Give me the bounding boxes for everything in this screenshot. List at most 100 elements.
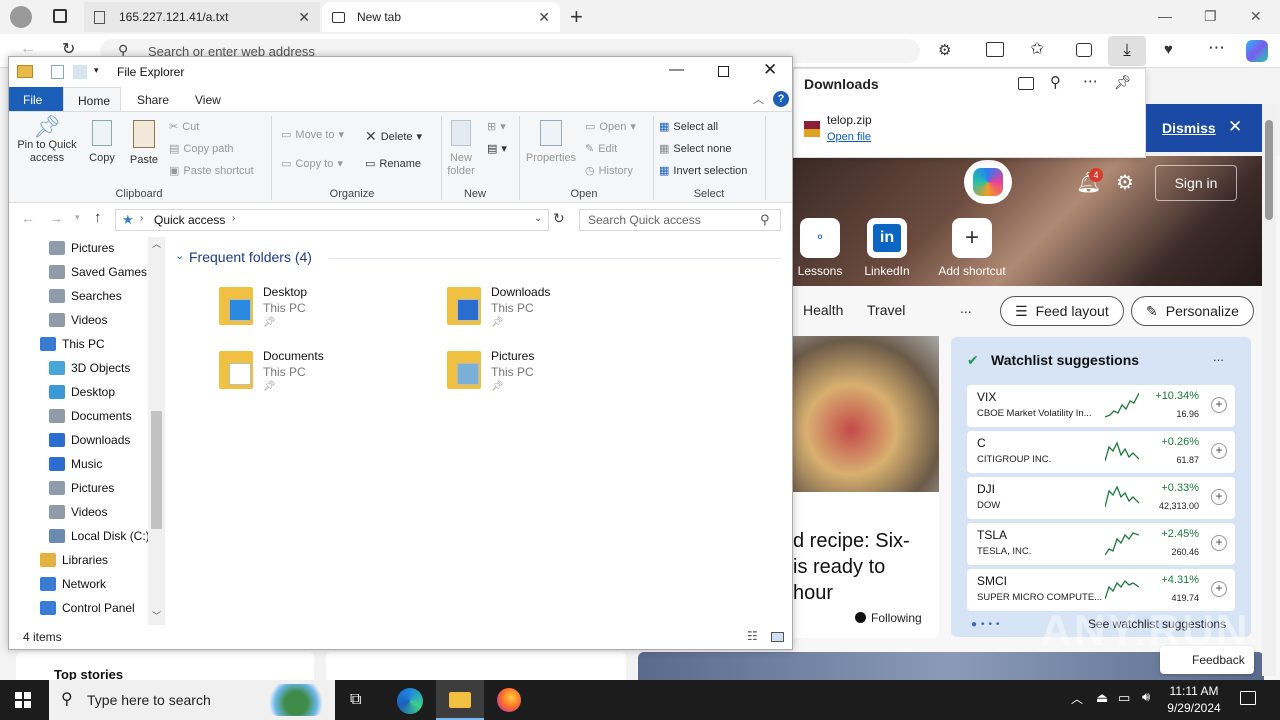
volume-tray-icon[interactable]: 🔊︎ (1142, 689, 1150, 705)
tab-file[interactable]: File (9, 87, 63, 111)
add-stock-icon[interactable]: + (1211, 443, 1227, 459)
breadcrumb-location[interactable]: Quick access (154, 213, 225, 227)
add-stock-icon[interactable]: + (1211, 535, 1227, 551)
start-windows-icon[interactable] (15, 692, 31, 708)
page-scrollbar[interactable] (1262, 104, 1276, 676)
extensions-icon[interactable]: ⚙ (938, 41, 951, 59)
settings-gear-icon[interactable]: ⚙ (1116, 170, 1134, 195)
tab-new-tab[interactable]: New tab ✕ (322, 2, 560, 32)
scroll-up-icon[interactable]: ︿ (152, 237, 161, 250)
explorer-close-icon[interactable]: ✕ (763, 60, 777, 80)
qat-new-folder-icon[interactable] (73, 65, 87, 79)
add-stock-icon[interactable]: + (1211, 581, 1227, 597)
delete-button[interactable]: ✕ Delete ▾ (365, 128, 422, 145)
frequent-folders-header[interactable]: Frequent folders (4) (189, 249, 312, 265)
nav-item[interactable]: Documents (49, 404, 132, 428)
add-stock-icon[interactable]: + (1211, 489, 1227, 505)
stock-row[interactable]: SMCI SUPER MICRO COMPUTE... +4.31% 419.7… (967, 569, 1235, 611)
ribbon-collapse-icon[interactable]: ︿ (753, 91, 764, 107)
help-icon[interactable]: ? (773, 91, 789, 107)
nav-item[interactable]: Pictures (49, 476, 114, 500)
folder-item[interactable]: Pictures This PC 📌︎ (445, 347, 665, 403)
copy-to-button[interactable]: ▭ Copy to ▾ (281, 157, 343, 171)
nav-scrollbar-thumb[interactable] (151, 411, 162, 529)
nav-item[interactable]: 3D Objects (49, 356, 130, 380)
stock-row[interactable]: DJI DOW +0.33% 42,313.00 + (967, 477, 1235, 519)
watchlist-more-icon[interactable]: ... (1213, 349, 1224, 364)
open-folder-icon[interactable] (1018, 77, 1034, 90)
tab-view[interactable]: View (181, 87, 235, 111)
split-screen-icon[interactable] (986, 42, 1004, 57)
sign-in-button[interactable]: Sign in (1155, 165, 1237, 201)
nav-item[interactable]: Desktop (49, 380, 115, 404)
large-icons-view-icon[interactable] (771, 632, 784, 642)
collapse-group-icon[interactable]: ⌄ (175, 249, 184, 262)
open-file-link[interactable]: Open file (827, 131, 871, 143)
edit-button[interactable]: ✎ Edit (585, 142, 617, 156)
tab-home[interactable]: Home (63, 87, 121, 111)
properties-button[interactable]: Properties (523, 120, 579, 165)
firefox-taskbar-icon[interactable] (497, 688, 521, 712)
new-folder-button[interactable]: New folder (441, 120, 481, 178)
nav-item[interactable]: Videos (49, 308, 107, 332)
nav-scrollbar[interactable]: ︿ ﹀ (148, 237, 165, 625)
edge-taskbar-icon[interactable] (397, 688, 423, 714)
select-none-button[interactable]: ▦ Select none (659, 142, 732, 156)
copy-button[interactable]: Copy (85, 120, 119, 165)
folder-item[interactable]: Downloads This PC 📌︎ (445, 283, 665, 339)
folder-item[interactable]: Desktop This PC 📌︎ (217, 283, 437, 339)
close-tab-icon[interactable]: ✕ (538, 9, 550, 26)
nav-item[interactable]: Pictures (49, 236, 114, 260)
nav-item[interactable]: Libraries (40, 548, 108, 572)
pin-to-quick-access-button[interactable]: 📌︎ Pin to Quick access (13, 116, 81, 165)
nav-item[interactable]: Saved Games (49, 260, 147, 284)
nav-item[interactable]: Control Panel (40, 596, 135, 620)
copilot-icon[interactable] (1246, 40, 1268, 62)
recent-locations-icon[interactable]: ▾ (75, 212, 80, 223)
open-button[interactable]: ▭ Open ▾ (585, 120, 636, 134)
scroll-down-icon[interactable]: ﹀ (152, 609, 161, 622)
copilot-button[interactable] (964, 160, 1012, 204)
cut-button[interactable]: ✂ Cut (169, 120, 199, 134)
collections-icon[interactable] (1076, 43, 1092, 57)
nav-item[interactable]: This PC (40, 332, 105, 356)
shortcut-linkedin[interactable]: in LinkedIn (847, 218, 927, 278)
carousel-dots[interactable]: ●••• (971, 619, 1004, 630)
nav-item[interactable]: Network (40, 572, 106, 596)
clock-time[interactable]: 11:11 AM (1168, 684, 1220, 698)
paste-button[interactable]: Paste (127, 120, 161, 167)
close-tab-icon[interactable]: ✕ (298, 9, 310, 26)
search-quick-access-input[interactable]: Search Quick access ⚲ (579, 209, 781, 231)
explorer-taskbar-button[interactable] (436, 680, 484, 720)
back-arrow-icon[interactable]: ← (21, 210, 35, 226)
article-card[interactable]: d recipe: Six- is ready to hour Followin… (793, 336, 939, 638)
rename-button[interactable]: ▭ Rename (365, 157, 421, 171)
feed-more-icon[interactable]: ... (960, 300, 972, 316)
browser-essentials-icon[interactable]: ♥ (1164, 41, 1173, 58)
refresh-icon[interactable]: ↻ (553, 210, 565, 227)
up-arrow-icon[interactable]: ↑ (94, 209, 102, 226)
tab-a-txt[interactable]: 165.227.121.41/a.txt ✕ (84, 2, 320, 32)
tab-share[interactable]: Share (123, 87, 183, 111)
easy-access-button[interactable]: ▤ ▾ (487, 142, 507, 155)
breadcrumb[interactable]: ★ › Quick access › ⌄ (115, 209, 549, 231)
address-dropdown-icon[interactable]: ⌄ (534, 213, 542, 224)
nav-item[interactable]: Downloads (49, 428, 130, 452)
forward-arrow-icon[interactable]: → (49, 210, 63, 226)
favorites-icon[interactable]: ✩ (1030, 39, 1044, 59)
personalize-button[interactable]: ✎ Personalize (1131, 296, 1254, 326)
explorer-maximize-icon[interactable] (718, 66, 729, 77)
downloads-toolbar-button[interactable]: ⤓ (1108, 36, 1146, 66)
copy-path-button[interactable]: ▤ Copy path (169, 142, 234, 156)
task-view-icon[interactable]: ⧉ (350, 691, 361, 709)
select-all-button[interactable]: ▦ Select all (659, 120, 718, 134)
details-view-icon[interactable]: ☷ (747, 629, 758, 643)
invert-selection-button[interactable]: ▦ Invert selection (659, 164, 747, 178)
close-icon[interactable]: ✕ (1250, 8, 1262, 25)
stock-row[interactable]: VIX CBOE Market Volatility In... +10.34%… (967, 385, 1235, 427)
feed-layout-button[interactable]: ☰ Feed layout (1000, 296, 1124, 326)
shortcut-add[interactable]: + Add shortcut (932, 218, 1012, 278)
page-scrollbar-thumb[interactable] (1265, 120, 1273, 220)
banner-close-icon[interactable]: ✕ (1228, 117, 1242, 137)
paste-shortcut-button[interactable]: ▣ Paste shortcut (169, 164, 254, 178)
